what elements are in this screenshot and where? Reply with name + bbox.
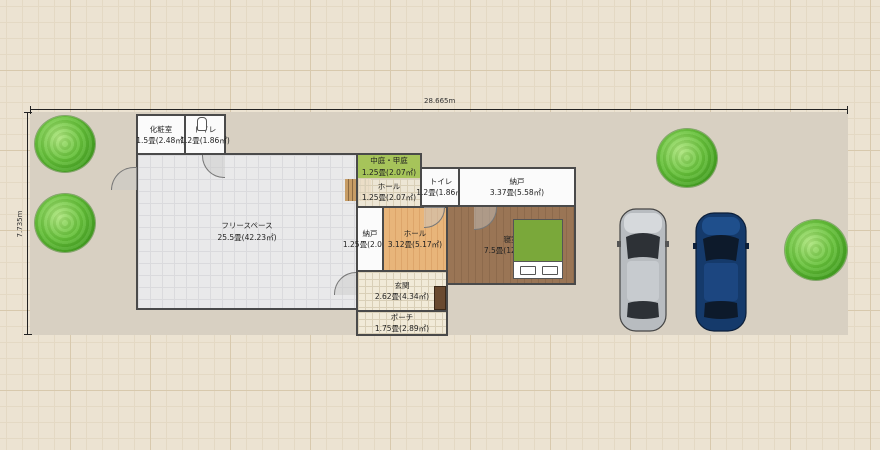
- room-name: 玄関: [394, 280, 410, 290]
- room-patio[interactable]: 中庭・甲庭 1.25畳(2.07㎡): [356, 153, 422, 180]
- room-area: 1.75畳(2.89㎡): [374, 324, 430, 333]
- shoe-cabinet: [434, 286, 446, 310]
- width-dimension-line: [30, 106, 848, 114]
- room-name: 納戸: [362, 228, 378, 238]
- room-powder-room[interactable]: 化粧室 1.5畳(2.48㎡): [136, 114, 186, 156]
- room-name: 納戸: [509, 176, 525, 186]
- room-area: 3.37畳(5.58㎡): [489, 188, 545, 197]
- room-area: 3.12畳(5.17㎡): [387, 240, 443, 249]
- car-silver-icon: [617, 208, 669, 332]
- room-name: フリースペース: [221, 221, 273, 231]
- height-dimension-line: [24, 112, 32, 335]
- room-porch[interactable]: ポーチ 1.75畳(2.89㎡): [356, 310, 448, 336]
- tree-icon: [785, 220, 847, 280]
- room-name: ポーチ: [390, 312, 414, 322]
- bed-icon: [513, 219, 563, 279]
- room-storage-2[interactable]: 納戸 1.25畳(2.07㎡): [343, 206, 397, 272]
- room-name: トイレ: [429, 176, 453, 186]
- tree-icon: [35, 116, 95, 172]
- room-area: 1.25畳(2.07㎡): [361, 167, 417, 177]
- room-area: 2.62畳(4.34㎡): [374, 292, 430, 301]
- width-dimension-label: 28.665m: [424, 97, 456, 105]
- room-area: 1.2畳(1.86㎡): [180, 136, 230, 145]
- room-name: 化粧室: [149, 124, 173, 134]
- room-area: 1.25畳(2.07㎡): [361, 193, 417, 202]
- toilet-icon: [197, 117, 207, 131]
- room-name: ホール: [377, 181, 401, 191]
- height-dimension-label: 7.735m: [16, 210, 24, 238]
- room-toilet-2[interactable]: トイレ 1.2畳(1.86㎡): [416, 167, 466, 207]
- room-storage-1[interactable]: 納戸 3.37畳(5.58㎡): [458, 167, 576, 207]
- tree-icon: [657, 129, 717, 187]
- room-area: 25.5畳(42.23㎡): [217, 232, 277, 242]
- car-blue-icon: [693, 212, 749, 332]
- room-area: 1.5畳(2.48㎡): [136, 136, 186, 145]
- room-name: 中庭・甲庭: [370, 156, 408, 166]
- room-hall-stairs[interactable]: ホール 1.25畳(2.07㎡): [356, 178, 422, 208]
- room-free-space[interactable]: フリースペース 25.5畳(42.23㎡): [136, 153, 358, 310]
- tree-icon: [35, 194, 95, 252]
- room-name: ホール: [403, 228, 427, 238]
